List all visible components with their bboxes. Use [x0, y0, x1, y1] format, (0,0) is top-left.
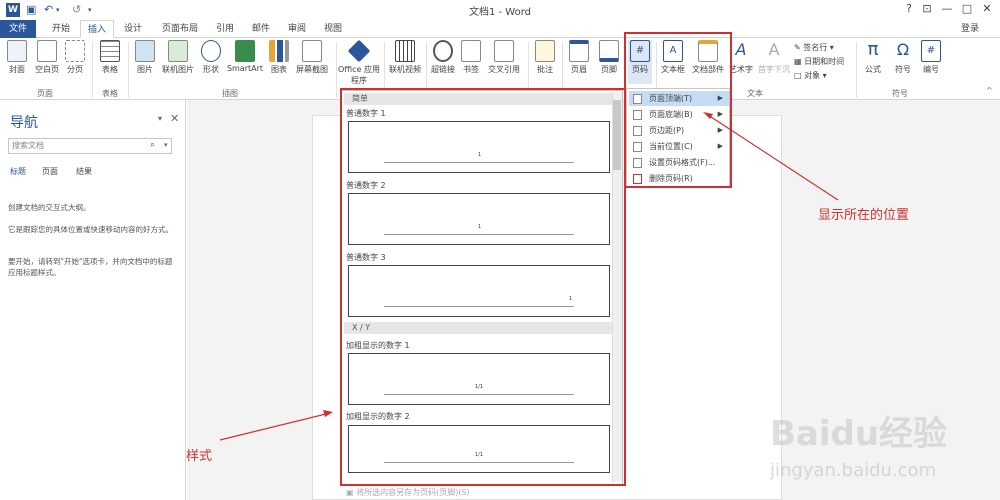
arrow-to-gallery [219, 412, 331, 441]
arrow-head [323, 410, 333, 417]
arrow-to-menu [704, 112, 839, 201]
baidu-watermark-url: jingyan.baidu.com [770, 460, 937, 481]
annotation-position: 显示所在的位置 [818, 208, 910, 223]
annotation-style: 样式 [186, 449, 213, 464]
baidu-watermark: Baidu经验 [770, 414, 948, 454]
